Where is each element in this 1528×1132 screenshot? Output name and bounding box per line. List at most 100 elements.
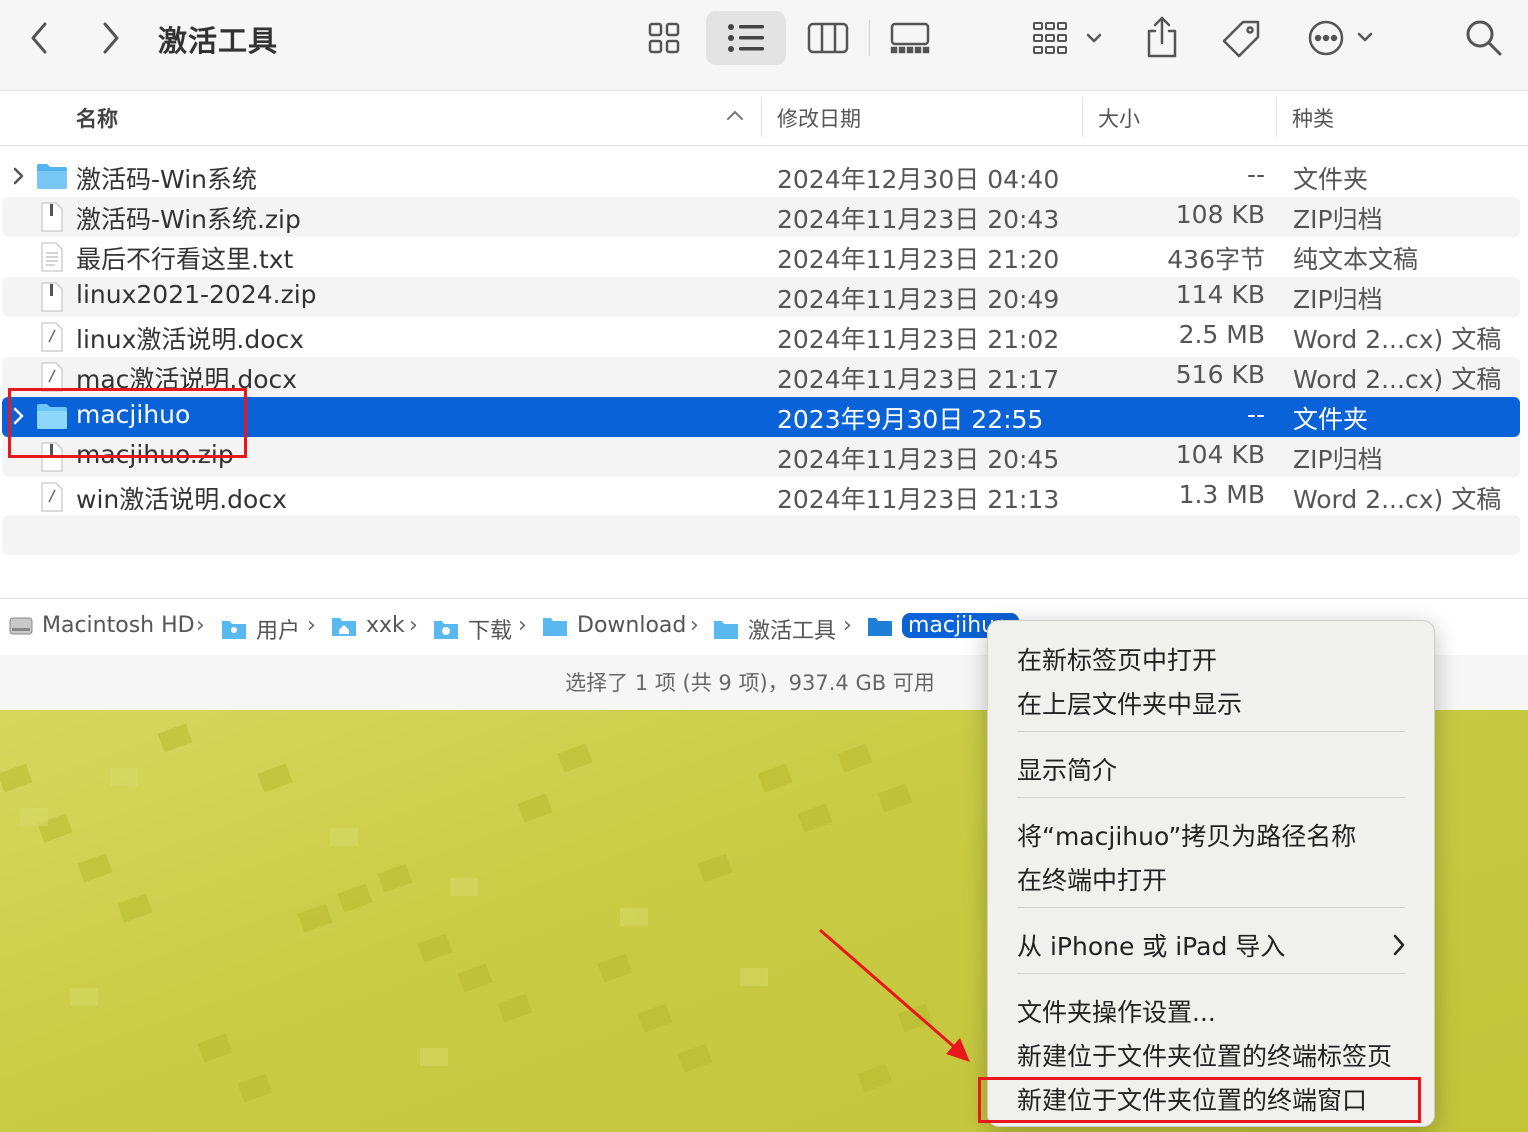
file-row[interactable]: win激活说明.docx 2024年11月23日 21:13 1.3 MB Word …	[2, 477, 1520, 517]
crumb-label: 用户	[256, 619, 301, 644]
chevron-right-icon: ›	[690, 613, 699, 638]
zip-file-icon	[41, 442, 63, 472]
chevron-right-icon: ›	[409, 613, 418, 638]
column-name-header[interactable]: 名称	[76, 103, 118, 133]
column-view-icon[interactable]	[806, 20, 850, 56]
crumb-label: xxk	[366, 613, 405, 638]
more-actions-icon[interactable]	[1304, 18, 1380, 58]
context-menu: 在新标签页中打开 在上层文件夹中显示 显示简介 将“macjihuo”拷贝为路径…	[987, 620, 1435, 1127]
file-row[interactable]: 最后不行看这里.txt 2024年11月23日 21:20 436字节 纯文本文稿	[2, 237, 1520, 277]
file-name: linux2021-2024.zip	[76, 280, 317, 309]
downloads-folder-icon	[434, 621, 458, 639]
menu-open-in-terminal[interactable]: 在终端中打开	[1017, 861, 1167, 897]
crumb-label: 激活工具	[748, 619, 837, 644]
folder-icon	[714, 621, 738, 639]
file-size: 104 KB	[1175, 440, 1265, 469]
file-date: 2024年12月30日 04:40	[777, 165, 1060, 194]
crumb-xxk[interactable]: xxk	[330, 613, 405, 638]
folder-icon	[543, 617, 567, 636]
text-file-icon	[41, 242, 63, 272]
file-row[interactable]: mac激活说明.docx 2024年11月23日 21:17 516 KB Word …	[2, 357, 1520, 397]
file-name: linux激活说明.docx	[76, 325, 305, 354]
file-size: --	[1246, 400, 1265, 429]
file-kind: Word 2...cx) 文稿	[1293, 365, 1502, 394]
gallery-view-icon[interactable]	[888, 20, 932, 56]
file-name: 激活码-Win系统	[76, 165, 257, 194]
file-row[interactable]: linux激活说明.docx 2024年11月23日 21:02 2.5 MB Wor…	[2, 317, 1520, 357]
grid-view-icon[interactable]	[646, 20, 682, 56]
crumb-label: 下载	[468, 619, 513, 644]
column-divider[interactable]	[1276, 97, 1277, 137]
window-title: 激活工具	[158, 24, 279, 58]
zip-file-icon	[41, 202, 63, 232]
crumb-downloads[interactable]: 下载	[432, 613, 512, 645]
file-name: 最后不行看这里.txt	[76, 245, 294, 274]
file-date: 2024年11月23日 20:49	[777, 285, 1060, 314]
crumb-download[interactable]: Download	[541, 613, 686, 638]
chevron-right-icon: ›	[518, 613, 527, 638]
file-size: 516 KB	[1175, 360, 1265, 389]
file-date: 2024年11月23日 21:02	[777, 325, 1060, 354]
file-row[interactable]: 激活码-Win系统.zip 2024年11月23日 20:43 108 KB ZIP归…	[2, 197, 1520, 237]
menu-folder-actions-setup[interactable]: 文件夹操作设置...	[1017, 993, 1216, 1029]
file-row[interactable]: macjihuo 2023年9月30日 22:55 -- 文件夹	[2, 397, 1520, 437]
search-icon[interactable]	[1464, 18, 1504, 58]
share-icon[interactable]	[1144, 14, 1180, 60]
file-kind: ZIP归档	[1293, 285, 1383, 314]
annotation-arrow	[819, 928, 970, 1062]
file-kind: ZIP归档	[1293, 445, 1383, 474]
file-name: macjihuo	[76, 400, 191, 429]
chevron-right-icon: ›	[307, 613, 316, 638]
menu-import-from-iphone[interactable]: 从 iPhone 或 iPad 导入	[1017, 927, 1285, 963]
group-by-icon[interactable]	[1030, 18, 1110, 58]
zip-file-icon	[41, 282, 63, 312]
column-date-header[interactable]: 修改日期	[777, 103, 861, 133]
crumb-activation-tools[interactable]: 激活工具	[712, 613, 836, 645]
folder-icon	[37, 404, 67, 429]
document-file-icon	[41, 362, 63, 392]
file-kind: Word 2...cx) 文稿	[1293, 325, 1502, 354]
disclosure-triangle-icon[interactable]	[12, 406, 26, 430]
toolbar-divider	[869, 20, 870, 56]
crumb-users[interactable]: 用户	[220, 613, 300, 645]
menu-show-in-enclosing-folder[interactable]: 在上层文件夹中显示	[1017, 685, 1242, 721]
file-kind: 文件夹	[1293, 405, 1369, 434]
column-kind-header[interactable]: 种类	[1292, 103, 1334, 133]
menu-new-terminal-tab-at-folder[interactable]: 新建位于文件夹位置的终端标签页	[1017, 1037, 1392, 1073]
chevron-left-icon[interactable]	[22, 20, 56, 56]
menu-open-in-new-tab[interactable]: 在新标签页中打开	[1017, 641, 1217, 677]
column-divider[interactable]	[1082, 97, 1083, 137]
column-size-header[interactable]: 大小	[1098, 103, 1140, 133]
file-row[interactable]: 激活码-Win系统 2024年12月30日 04:40 -- 文件夹	[2, 157, 1520, 197]
file-date: 2024年11月23日 21:13	[777, 485, 1060, 514]
file-kind: 文件夹	[1293, 165, 1369, 194]
document-file-icon	[41, 482, 63, 512]
menu-get-info[interactable]: 显示简介	[1017, 751, 1117, 787]
finder-window: 激活工具 名称 修改日期 大小 种类 激活码-Win系统 2024年12月30日…	[0, 0, 1528, 710]
tag-icon[interactable]	[1220, 18, 1262, 60]
file-size: 114 KB	[1175, 280, 1265, 309]
sort-ascending-icon[interactable]	[726, 107, 744, 126]
file-row[interactable]: linux2021-2024.zip 2024年11月23日 20:49 114 K…	[2, 277, 1520, 317]
chevron-right-icon	[1392, 933, 1406, 964]
crumb-macintosh-hd[interactable]: Macintosh HD	[8, 613, 195, 638]
menu-separator	[1017, 973, 1405, 974]
file-date: 2023年9月30日 22:55	[777, 405, 1044, 434]
list-view-icon[interactable]	[726, 20, 766, 56]
file-size: 436字节	[1167, 245, 1265, 274]
menu-copy-as-pathname[interactable]: 将“macjihuo”拷贝为路径名称	[1017, 817, 1356, 853]
file-row[interactable]: macjihuo.zip 2024年11月23日 20:45 104 KB ZIP归档	[2, 437, 1520, 477]
file-name: 激活码-Win系统.zip	[76, 205, 301, 234]
disclosure-triangle-icon[interactable]	[12, 166, 26, 190]
menu-new-terminal-at-folder[interactable]: 新建位于文件夹位置的终端窗口	[1017, 1081, 1367, 1117]
file-date: 2024年11月23日 20:43	[777, 205, 1060, 234]
column-divider[interactable]	[761, 97, 762, 137]
file-size: 108 KB	[1175, 200, 1265, 229]
menu-separator	[1017, 907, 1405, 908]
file-kind: Word 2...cx) 文稿	[1293, 485, 1502, 514]
file-kind: 纯文本文稿	[1293, 245, 1419, 274]
file-date: 2024年11月23日 21:17	[777, 365, 1060, 394]
column-header: 名称 修改日期 大小 种类	[0, 91, 1528, 146]
chevron-right-icon[interactable]	[94, 20, 128, 56]
file-size: 2.5 MB	[1178, 320, 1265, 349]
